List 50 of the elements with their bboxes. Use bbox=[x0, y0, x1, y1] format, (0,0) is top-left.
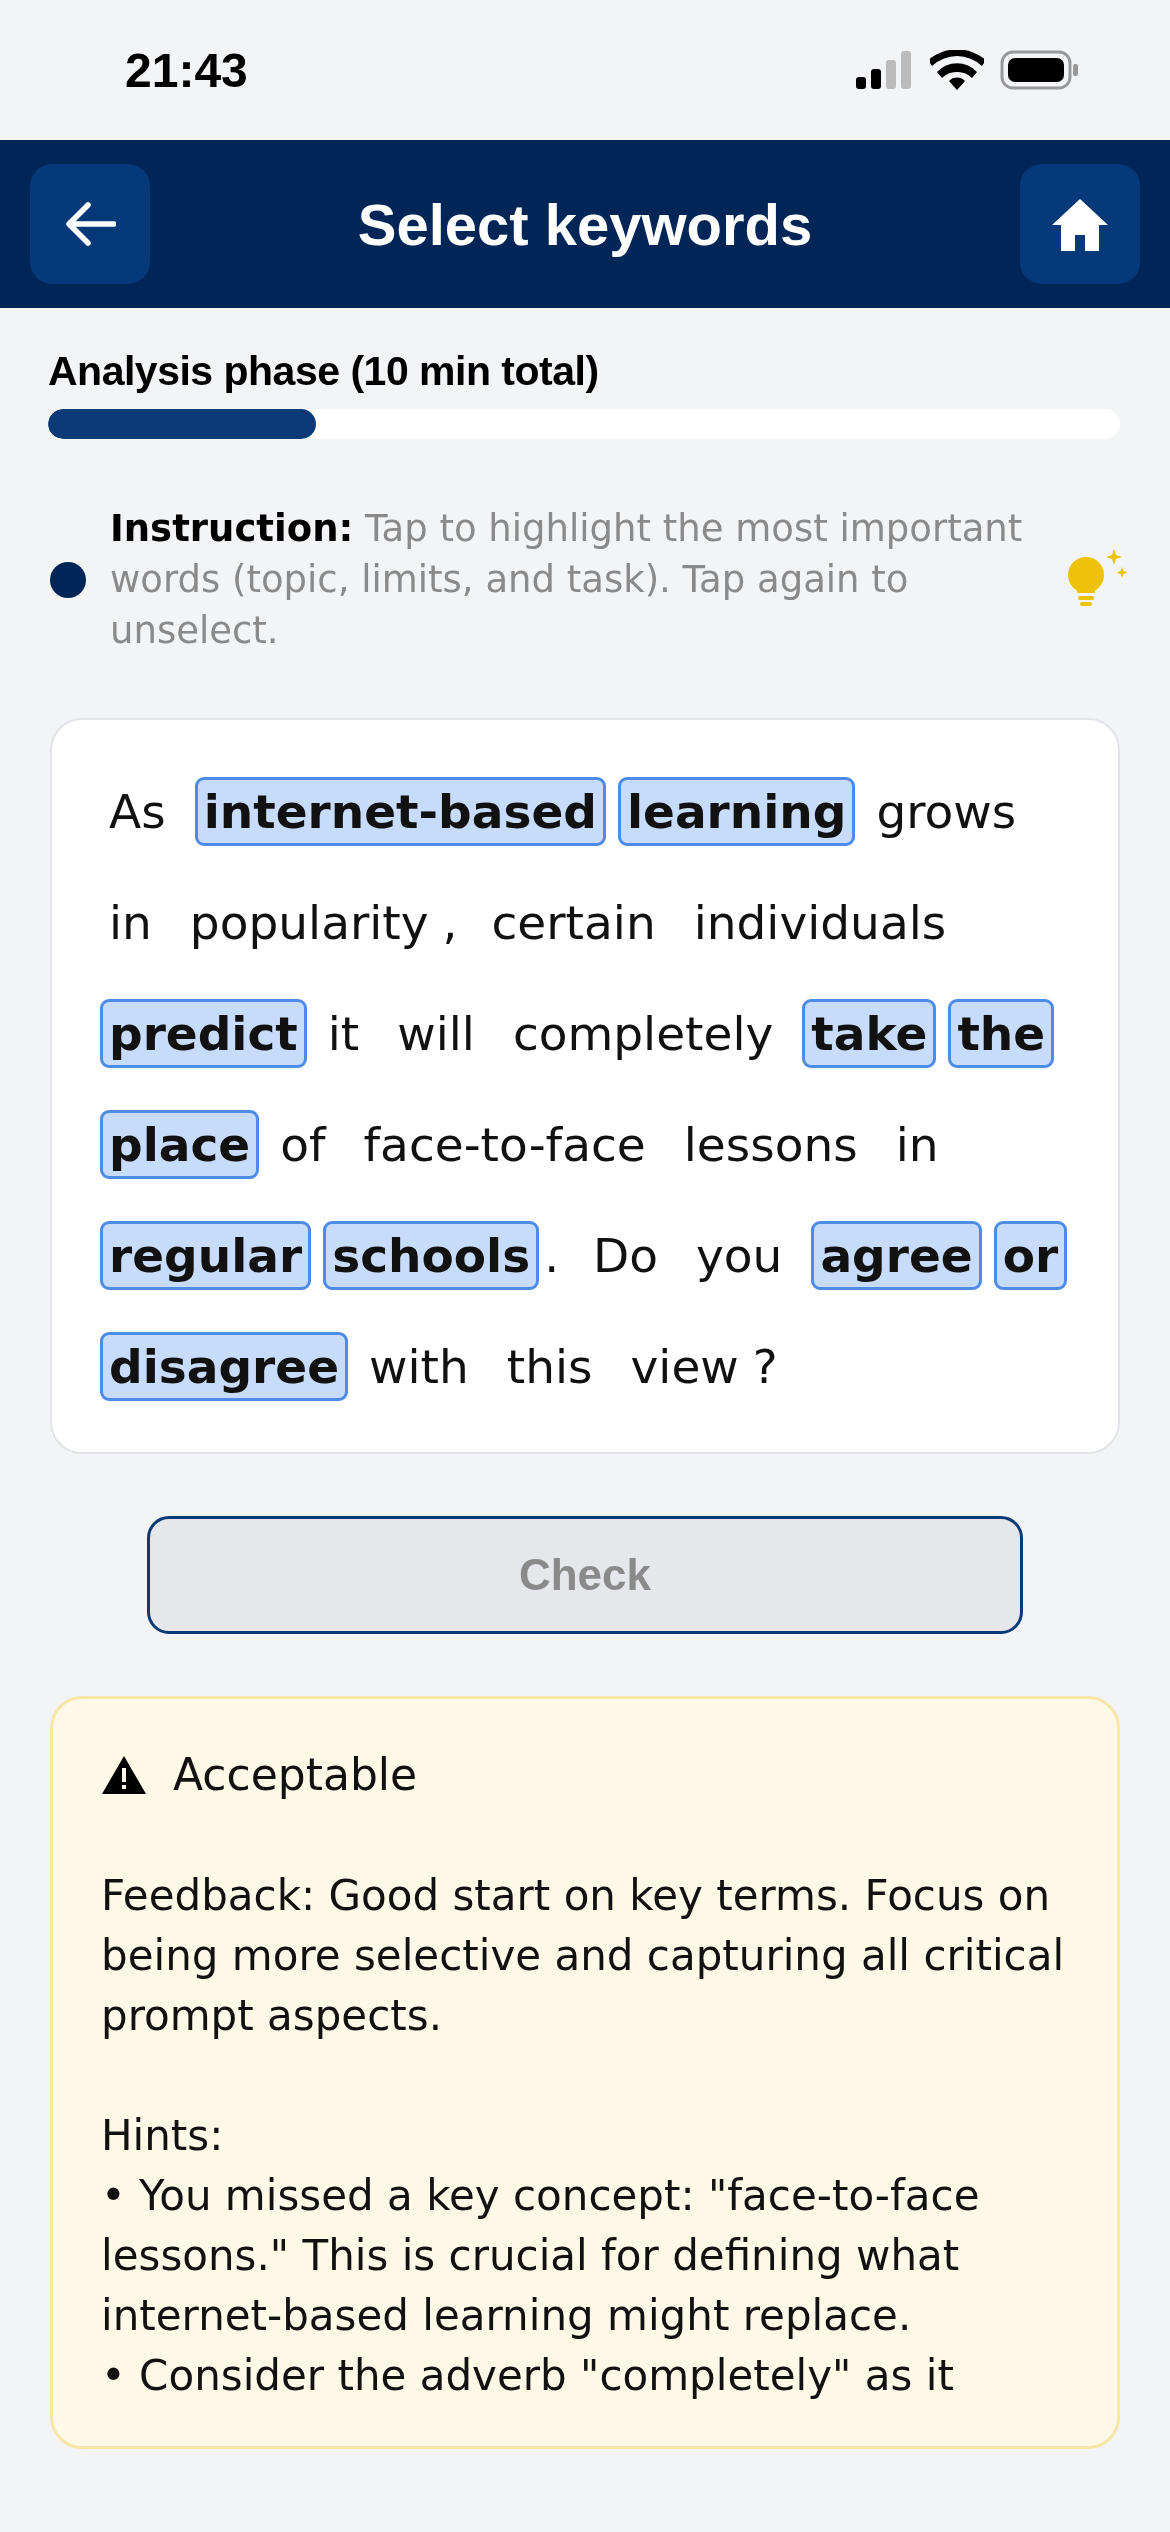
word[interactable]: view bbox=[621, 1332, 748, 1401]
instruction-text: Instruction: Tap to highlight the most important words (topic, limits, and task). Tap again to unselect. bbox=[110, 506, 1024, 654]
word[interactable]: individuals bbox=[684, 888, 956, 957]
selected-word[interactable]: the bbox=[948, 999, 1055, 1068]
bullet-dot bbox=[50, 561, 86, 598]
selected-word[interactable]: place bbox=[100, 1110, 260, 1179]
hint-text: • Consider the adverb "completely" as it bbox=[101, 2350, 955, 2402]
word[interactable]: certain bbox=[482, 888, 665, 957]
feedback-text: Feedback: Good start on key terms. Focus on being more selective and capturing all critical prompt aspects. bbox=[101, 1870, 1066, 2042]
word[interactable]: of bbox=[271, 1110, 335, 1179]
word[interactable]: face-to-face bbox=[354, 1110, 655, 1179]
signal-icon bbox=[856, 51, 914, 89]
selected-word[interactable]: learning bbox=[617, 777, 856, 846]
home-button[interactable] bbox=[1020, 164, 1140, 284]
word[interactable]: As bbox=[100, 777, 175, 846]
hint-text: • You missed a key concept: "face-to-face lessons." This is crucial for defining what internet-based learning might replace. bbox=[101, 2170, 981, 2342]
word[interactable]: completely bbox=[503, 999, 783, 1068]
back-arrow-icon bbox=[64, 202, 116, 246]
warning-icon bbox=[101, 1754, 147, 1795]
selected-word[interactable]: schools bbox=[323, 1221, 540, 1290]
screen-title: Select keywords bbox=[357, 190, 813, 258]
word[interactable]: you bbox=[687, 1221, 792, 1290]
selected-word[interactable]: or bbox=[993, 1221, 1068, 1290]
word[interactable]: lessons bbox=[674, 1110, 867, 1179]
selected-word[interactable]: predict bbox=[100, 999, 307, 1068]
wifi-icon bbox=[930, 50, 984, 90]
word[interactable]: this bbox=[497, 1332, 602, 1401]
punctuation: ? bbox=[751, 1338, 779, 1396]
word[interactable]: popularity bbox=[180, 888, 438, 957]
selected-word[interactable]: agree bbox=[811, 1221, 982, 1290]
home-icon bbox=[1050, 197, 1110, 251]
word[interactable]: in bbox=[100, 888, 161, 957]
punctuation: , bbox=[441, 894, 459, 952]
word[interactable]: it bbox=[318, 999, 369, 1068]
word[interactable]: Do bbox=[584, 1221, 668, 1290]
selected-word[interactable]: internet-based bbox=[194, 777, 606, 846]
rating-label: Acceptable bbox=[173, 1749, 418, 1800]
word[interactable]: will bbox=[388, 999, 484, 1068]
status-time: 21:43 bbox=[125, 42, 248, 98]
hints-label: Hints: bbox=[101, 2110, 225, 2162]
back-button[interactable] bbox=[30, 164, 150, 284]
punctuation: . bbox=[543, 1227, 561, 1285]
selected-word[interactable]: regular bbox=[100, 1221, 312, 1290]
word[interactable]: with bbox=[360, 1332, 478, 1401]
battery-icon bbox=[1000, 50, 1080, 90]
selected-word[interactable]: disagree bbox=[100, 1332, 349, 1401]
selected-word[interactable]: take bbox=[802, 999, 937, 1068]
word[interactable]: in bbox=[886, 1110, 948, 1179]
word[interactable]: grows bbox=[867, 777, 1026, 846]
phase-label: Analysis phase (10 min total) bbox=[48, 348, 600, 395]
